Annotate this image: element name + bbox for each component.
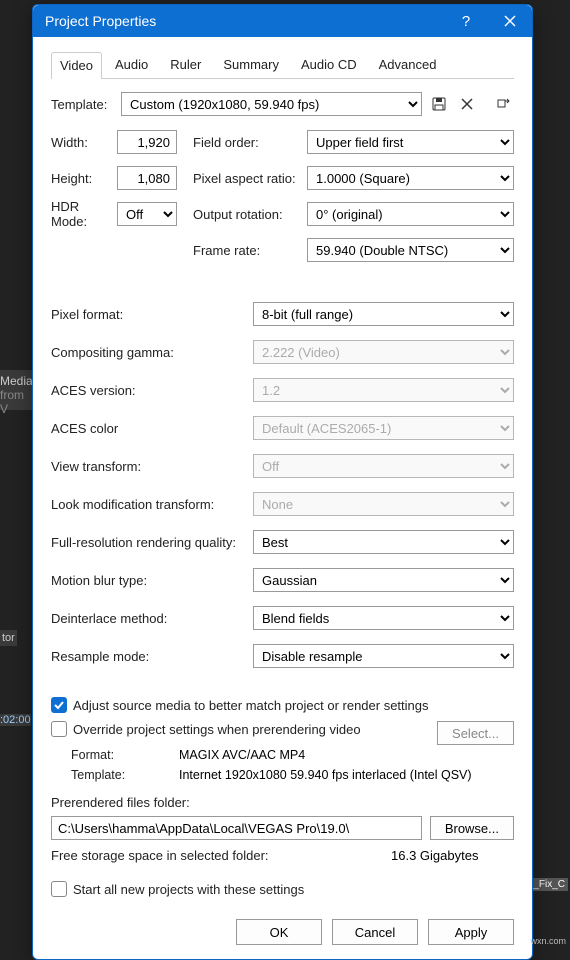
comp-gamma-select: 2.222 (Video) <box>253 340 514 364</box>
view-transform-label: View transform: <box>51 459 253 474</box>
par-label: Pixel aspect ratio: <box>193 171 307 186</box>
resample-select[interactable]: Disable resample <box>253 644 514 668</box>
prerender-template-value: Internet 1920x1080 59.940 fps interlaced… <box>179 768 472 782</box>
button-bar: OK Cancel Apply <box>33 909 532 959</box>
template-label: Template: <box>51 97 121 112</box>
override-checkbox[interactable] <box>51 721 67 737</box>
bg-text: from V <box>0 388 32 416</box>
bg-text: Media <box>0 374 32 388</box>
height-input[interactable] <box>117 166 177 190</box>
bg-timecode: :02:00 <box>0 714 31 726</box>
ok-button[interactable]: OK <box>236 919 322 945</box>
aces-version-label: ACES version: <box>51 383 253 398</box>
override-label: Override project settings when prerender… <box>73 722 361 737</box>
adjust-source-label: Adjust source media to better match proj… <box>73 698 429 713</box>
hdr-label: HDR Mode: <box>51 199 117 229</box>
prerender-template-label: Template: <box>71 768 179 782</box>
motion-blur-label: Motion blur type: <box>51 573 253 588</box>
height-label: Height: <box>51 171 117 186</box>
save-template-button[interactable] <box>428 93 450 115</box>
field-order-label: Field order: <box>193 135 307 150</box>
template-select[interactable]: Custom (1920x1080, 59.940 fps) <box>121 92 422 116</box>
cancel-button[interactable]: Cancel <box>332 919 418 945</box>
tab-video[interactable]: Video <box>51 52 102 79</box>
browse-button[interactable]: Browse... <box>430 816 514 840</box>
format-label: Format: <box>71 748 179 762</box>
look-mod-label: Look modification transform: <box>51 497 253 512</box>
hdr-select[interactable]: Off <box>117 202 177 226</box>
field-order-select[interactable]: Upper field first <box>307 130 514 154</box>
tab-bar: Video Audio Ruler Summary Audio CD Advan… <box>51 51 514 79</box>
rotation-label: Output rotation: <box>193 207 307 222</box>
deinterlace-label: Deinterlace method: <box>51 611 253 626</box>
project-properties-dialog: Project Properties ? Video Audio Ruler S… <box>32 4 533 960</box>
format-value: MAGIX AVC/AAC MP4 <box>179 748 305 762</box>
watermark: wxn.com <box>530 936 566 946</box>
motion-blur-select[interactable]: Gaussian <box>253 568 514 592</box>
width-input[interactable] <box>117 130 177 154</box>
pixel-format-label: Pixel format: <box>51 307 253 322</box>
adjust-source-checkbox[interactable] <box>51 697 67 713</box>
comp-gamma-label: Compositing gamma: <box>51 345 253 360</box>
rotation-select[interactable]: 0° (original) <box>307 202 514 226</box>
start-all-checkbox[interactable] <box>51 881 67 897</box>
full-res-select[interactable]: Best <box>253 530 514 554</box>
par-select[interactable]: 1.0000 (Square) <box>307 166 514 190</box>
look-mod-select: None <box>253 492 514 516</box>
apply-button[interactable]: Apply <box>428 919 514 945</box>
select-button[interactable]: Select... <box>437 721 514 745</box>
match-media-button[interactable] <box>492 93 514 115</box>
bg-text: tor <box>0 630 17 646</box>
titlebar: Project Properties ? <box>33 5 532 37</box>
delete-template-button[interactable] <box>456 93 478 115</box>
tab-summary[interactable]: Summary <box>214 51 288 78</box>
aces-version-select: 1.2 <box>253 378 514 402</box>
deinterlace-select[interactable]: Blend fields <box>253 606 514 630</box>
view-transform-select: Off <box>253 454 514 478</box>
framerate-select[interactable]: 59.940 (Double NTSC) <box>307 238 514 262</box>
help-button[interactable]: ? <box>444 5 488 37</box>
resample-label: Resample mode: <box>51 649 253 664</box>
free-space-value: 16.3 Gigabytes <box>391 848 478 863</box>
aces-color-select: Default (ACES2065-1) <box>253 416 514 440</box>
pixel-format-select[interactable]: 8-bit (full range) <box>253 302 514 326</box>
width-label: Width: <box>51 135 117 150</box>
folder-input[interactable] <box>51 816 422 840</box>
folder-label: Prerendered files folder: <box>51 795 514 810</box>
framerate-label: Frame rate: <box>193 243 307 258</box>
close-button[interactable] <box>488 5 532 37</box>
start-all-label: Start all new projects with these settin… <box>73 882 304 897</box>
tab-ruler[interactable]: Ruler <box>161 51 210 78</box>
dialog-title: Project Properties <box>45 13 444 29</box>
free-space-label: Free storage space in selected folder: <box>51 848 391 863</box>
tab-audio-cd[interactable]: Audio CD <box>292 51 366 78</box>
tab-advanced[interactable]: Advanced <box>370 51 446 78</box>
full-res-label: Full-resolution rendering quality: <box>51 535 253 550</box>
tab-audio[interactable]: Audio <box>106 51 157 78</box>
aces-color-label: ACES color <box>51 421 253 436</box>
